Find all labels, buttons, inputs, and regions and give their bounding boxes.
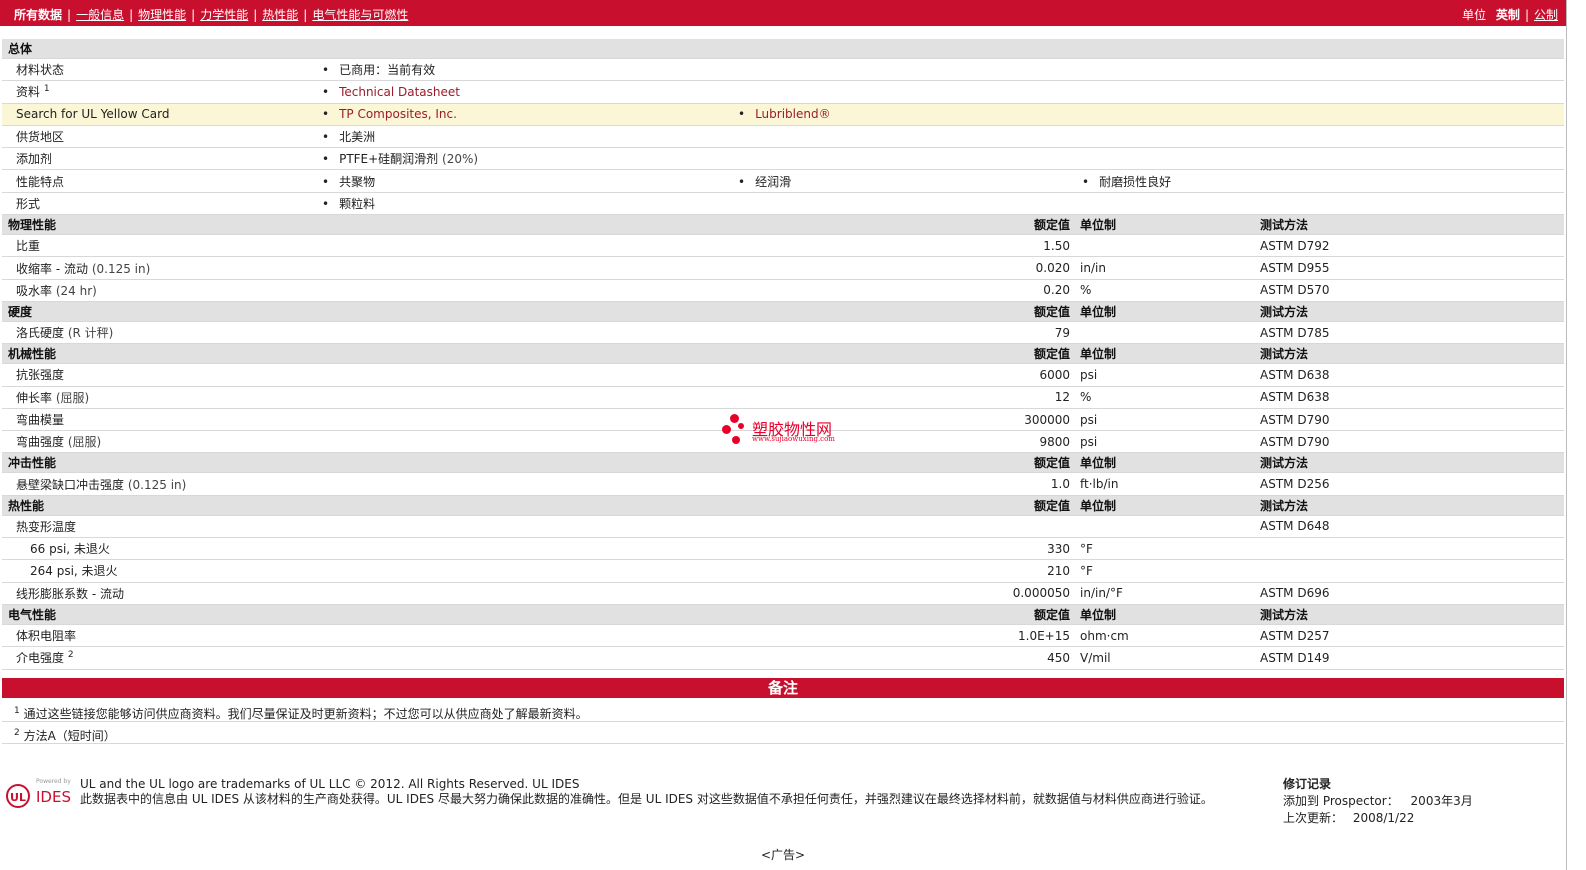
advertisement-label: <广告>: [760, 848, 806, 862]
watermark-logo: 塑胶物性网 www.sujiaowuxing.com: [722, 414, 852, 448]
nav-electrical[interactable]: 电气性能与可燃性: [312, 8, 408, 22]
table-row: 吸水率 (24 hr) 0.20 % ASTM D570: [2, 279, 1565, 302]
footer-disclaimer: UL and the UL logo are trademarks of UL …: [80, 777, 1213, 806]
table-row: 资料 1 Technical Datasheet: [2, 80, 1565, 104]
section-nav: 所有数据 | 一般信息 | 物理性能 | 力学性能 | 热性能 | 电气性能与可燃性: [14, 8, 409, 22]
section-impact: 冲击性能 额定值 单位制 测试方法: [2, 452, 1565, 474]
table-row: 264 psi, 未退火 210 °F: [2, 559, 1565, 583]
table-row: 抗张强度 6000 psi ASTM D638: [2, 363, 1565, 387]
table-row: 性能特点 共聚物 经润滑 耐磨损性良好: [2, 169, 1565, 193]
note-2: 2 方法A（短时间）: [2, 722, 1564, 744]
table-row: Search for UL Yellow Card TP Composites,…: [2, 103, 1565, 126]
table-row: 材料状态 已商用：当前有效: [2, 58, 1565, 82]
table-row: 收缩率 - 流动 (0.125 in) 0.020 in/in ASTM D95…: [2, 256, 1565, 280]
technical-datasheet-link[interactable]: Technical Datasheet: [339, 85, 460, 99]
table-row: 线形膨胀系数 - 流动 0.000050 in/in/°F ASTM D696: [2, 582, 1565, 605]
table-row: 体积电阻率 1.0E+15 ohm·cm ASTM D257: [2, 624, 1565, 648]
tp-composites-link[interactable]: TP Composites, Inc.: [339, 107, 457, 121]
nav-thermal[interactable]: 热性能: [262, 8, 298, 22]
footer: Powered by UL IDES UL and the UL logo ar…: [2, 770, 1564, 830]
nav-general[interactable]: 一般信息: [76, 8, 124, 22]
revision-history: 修订记录 添加到 Prospector： 2003年3月 上次更新： 2008/…: [1283, 777, 1473, 825]
table-row: 伸长率 (屈服) 12 % ASTM D638: [2, 386, 1565, 409]
section-electrical: 电气性能 额定值 单位制 测试方法: [2, 604, 1565, 625]
status-value: 已商用：当前有效: [322, 63, 435, 77]
unit-imperial: 英制: [1495, 8, 1520, 22]
section-hardness: 硬度 额定值 单位制 测试方法: [2, 301, 1565, 322]
lubriblend-link[interactable]: Lubriblend®: [755, 107, 831, 121]
unit-switch: 单位 英制 | 公制: [1462, 8, 1558, 22]
properties-table: 总体 材料状态 已商用：当前有效 资料 1 Technical Datashee…: [2, 39, 1565, 670]
unit-metric-link[interactable]: 公制: [1534, 8, 1558, 22]
watermark-url: www.sujiaowuxing.com: [752, 435, 835, 443]
table-row: 悬壁梁缺口冲击强度 (0.125 in) 1.0 ft·lb/in ASTM D…: [2, 472, 1565, 496]
table-row: 66 psi, 未退火 330 °F: [2, 537, 1565, 561]
table-row: 比重 1.50 ASTM D792: [2, 234, 1565, 258]
note-1: 1 通过这些链接您能够访问供应商资料。我们尽量保证及时更新资料；不过您可以从供应…: [2, 700, 1564, 722]
section-mechanical: 机械性能 额定值 单位制 测试方法: [2, 343, 1565, 365]
table-row: 热变形温度 ASTM D648: [2, 515, 1565, 539]
ul-ides-logo: Powered by UL IDES: [6, 776, 72, 810]
nav-all-data[interactable]: 所有数据: [14, 8, 62, 22]
ul-logo-icon: UL: [6, 784, 30, 808]
table-row: 形式 颗粒料: [2, 192, 1565, 216]
nav-physical[interactable]: 物理性能: [138, 8, 186, 22]
table-row: 介电强度 2 450 V/mil ASTM D149: [2, 646, 1565, 670]
top-nav-bar: 所有数据 | 一般信息 | 物理性能 | 力学性能 | 热性能 | 电气性能与可燃性 单位 英制 | 公…: [0, 0, 1566, 26]
section-general: 总体: [2, 39, 1565, 59]
table-row: 添加剂 PTFE+硅酮润滑剂 (20%): [2, 147, 1565, 171]
table-row: 供货地区 北美洲: [2, 125, 1565, 149]
section-thermal: 热性能 额定值 单位制 测试方法: [2, 495, 1565, 516]
nav-mechanical[interactable]: 力学性能: [200, 8, 248, 22]
table-row: 洛氏硬度 (R 计秤) 79 ASTM D785: [2, 321, 1565, 345]
section-physical: 物理性能 额定值 单位制 测试方法: [2, 214, 1565, 236]
notes-header: 备注: [2, 678, 1564, 698]
unit-label: 单位: [1462, 8, 1487, 22]
